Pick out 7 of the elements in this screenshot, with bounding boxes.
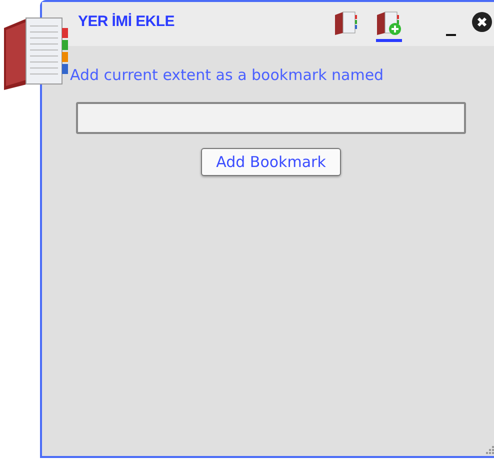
window-title: YER İMİ EKLE (78, 13, 174, 30)
resize-grip-icon[interactable] (486, 446, 494, 454)
input-field[interactable] (76, 102, 466, 134)
prompt-text: Add current extent as a bookmark named (70, 66, 385, 84)
add-bookmark-tab[interactable] (376, 10, 402, 42)
close-icon[interactable] (472, 12, 492, 32)
add-bookmark-button[interactable]: Add Bookmark (201, 148, 341, 176)
